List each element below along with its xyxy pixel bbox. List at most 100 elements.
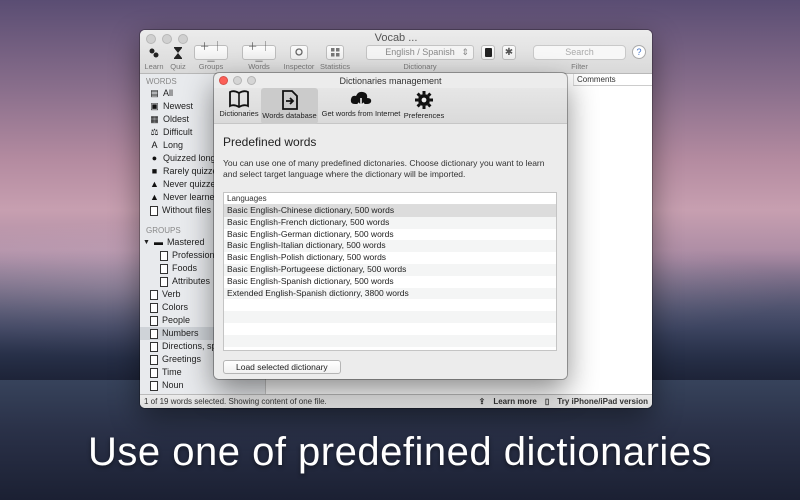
column-header-languages[interactable]: Languages: [224, 193, 556, 205]
book-icon: [229, 90, 249, 108]
sidebar-item-label: Attributes: [172, 276, 211, 286]
section-heading: Predefined words: [223, 135, 317, 149]
dialog-close-button[interactable]: [219, 76, 228, 85]
cloud-download-icon: [350, 91, 372, 108]
sidebar-item-label: Without files: [162, 205, 212, 215]
warning-icon: ▲: [150, 179, 159, 189]
tab-get-words-from-internet[interactable]: Get words from Internet: [320, 88, 402, 124]
sidebar-item-label: Colors: [162, 302, 189, 312]
document-icon: [160, 250, 168, 261]
sidebar-item-label: Newest: [163, 101, 194, 111]
language-label: Dictionary: [403, 62, 437, 71]
calendar-icon: ▦: [150, 114, 159, 124]
document-icon: [150, 341, 158, 352]
hourglass-icon: [168, 45, 188, 60]
empty-row: [224, 311, 556, 323]
window-toolbar: Vocab ... Learn Quiz ＋ ｜ － Groups ＋ ｜ － …: [140, 30, 652, 74]
document-icon: [150, 289, 158, 300]
toolbar-quiz-label: Quiz: [170, 62, 186, 71]
sidebar-item-label: Never learned: [163, 192, 220, 202]
tab-label: Words database: [262, 111, 317, 120]
toolbar-words[interactable]: ＋ ｜ － Words: [242, 42, 276, 71]
status-text: 1 of 19 words selected. Showing content …: [144, 397, 327, 406]
tab-words-database[interactable]: Words database: [261, 88, 318, 124]
inspector-icon: [290, 45, 308, 60]
toolbar-learn[interactable]: Learn: [144, 45, 164, 71]
sidebar-item-label: All: [163, 88, 174, 98]
toolbar-statistics[interactable]: Statistics: [318, 45, 352, 71]
list-item[interactable]: Basic English-Polish dictionary, 500 wor…: [224, 252, 556, 264]
document-icon: [160, 263, 168, 274]
list-item[interactable]: Basic English-Chinese dictionary, 500 wo…: [224, 205, 556, 217]
search-input[interactable]: Search: [533, 45, 626, 60]
grid-icon: [326, 45, 344, 60]
sidebar-item-label: Numbers: [162, 328, 199, 338]
share-icon[interactable]: ⇪: [479, 395, 486, 408]
list-item[interactable]: Basic English-French dictionary, 500 wor…: [224, 216, 556, 229]
learn-more-link[interactable]: Learn more: [493, 395, 537, 408]
sidebar-item-label: Foods: [172, 263, 198, 273]
load-dictionary-button[interactable]: Load selected dictionary: [223, 360, 341, 374]
toolbar-inspector[interactable]: Inspector: [282, 45, 316, 71]
list-item[interactable]: Basic English-Italian dictionary, 500 wo…: [224, 240, 556, 253]
gear-icon: ✱: [502, 45, 516, 60]
document-icon: [150, 315, 158, 326]
learn-icon: [144, 45, 164, 60]
empty-row: [224, 299, 556, 311]
clock-icon: ●: [151, 153, 158, 163]
help-icon[interactable]: ?: [632, 45, 646, 59]
list-item[interactable]: Basic English-German dictionary, 500 wor…: [224, 229, 556, 241]
dialog-body: Predefined words You can use one of many…: [214, 125, 567, 379]
dictionary-rows: Basic English-Chinese dictionary, 500 wo…: [224, 205, 556, 347]
warning-icon: ▲: [150, 192, 159, 202]
document-icon: [150, 367, 158, 378]
toolbar-quiz[interactable]: Quiz: [168, 45, 188, 71]
text-size-icon: A: [151, 140, 158, 150]
promo-caption: Use one of predefined dictionaries: [87, 430, 713, 474]
toolbar-groups[interactable]: ＋ ｜ － Groups: [194, 42, 228, 71]
list-item[interactable]: Extended English-Spanish dictionry, 3800…: [224, 287, 556, 300]
new-icon: ▣: [150, 101, 159, 111]
list-icon: ▤: [150, 88, 159, 98]
plus-minus-icon: ＋ ｜ －: [242, 42, 276, 68]
sidebar-item-label: Mastered: [166, 237, 205, 247]
dialog-minimize-button[interactable]: [233, 76, 242, 85]
dialog-window-controls: [219, 76, 256, 85]
sidebar-item-label: Long: [163, 140, 184, 150]
sidebar-item-label: Directions, sp: [162, 341, 217, 351]
tab-preferences[interactable]: Preferences: [403, 88, 445, 124]
sidebar-item-label: Never quizze: [163, 179, 216, 189]
empty-row: [224, 334, 556, 347]
try-ios-link[interactable]: Try iPhone/iPad version: [557, 395, 648, 408]
plus-minus-icon: ＋ ｜ －: [194, 42, 228, 68]
sidebar-item-label: Oldest: [163, 114, 190, 124]
toolbar-book[interactable]: [481, 45, 495, 62]
sidebar-item-label: Quizzed long: [163, 153, 216, 163]
folder-icon: ▬: [153, 237, 163, 247]
sidebar-item-label: Difficult: [163, 127, 193, 137]
document-icon: [160, 276, 168, 287]
status-bar: 1 of 19 words selected. Showing content …: [140, 394, 652, 408]
sidebar-item-label: Noun: [162, 380, 184, 390]
empty-row: [224, 323, 556, 335]
tab-label: Preferences: [403, 111, 445, 120]
sidebar-group-noun[interactable]: Noun: [140, 379, 265, 392]
status-actions: ⇪ Learn more ▯ Try iPhone/iPad version: [479, 395, 648, 408]
language-select[interactable]: English / Spanish ⇕: [366, 45, 474, 60]
toolbar-groups-label: Groups: [198, 62, 224, 71]
document-icon: [150, 302, 158, 313]
toolbar-settings[interactable]: ✱: [502, 45, 516, 62]
tab-dictionaries[interactable]: Dictionaries: [218, 88, 260, 124]
gear-icon: [415, 91, 433, 109]
list-item[interactable]: Basic English-Spanish dictionary, 500 wo…: [224, 276, 556, 288]
dialog-zoom-button[interactable]: [247, 76, 256, 85]
sidebar-item-label: Greetings: [162, 354, 202, 364]
disclosure-triangle-icon[interactable]: ▼: [143, 236, 150, 249]
list-item[interactable]: Basic English-Portugeese dictionary, 500…: [224, 263, 556, 276]
dictionary-list[interactable]: Languages Basic English-Chinese dictiona…: [223, 192, 557, 351]
import-document-icon: [281, 90, 298, 110]
toolbar-statistics-label: Statistics: [319, 62, 350, 71]
document-icon: [150, 205, 158, 216]
toolbar-learn-label: Learn: [144, 62, 164, 71]
column-header-comments[interactable]: Comments: [573, 74, 652, 86]
